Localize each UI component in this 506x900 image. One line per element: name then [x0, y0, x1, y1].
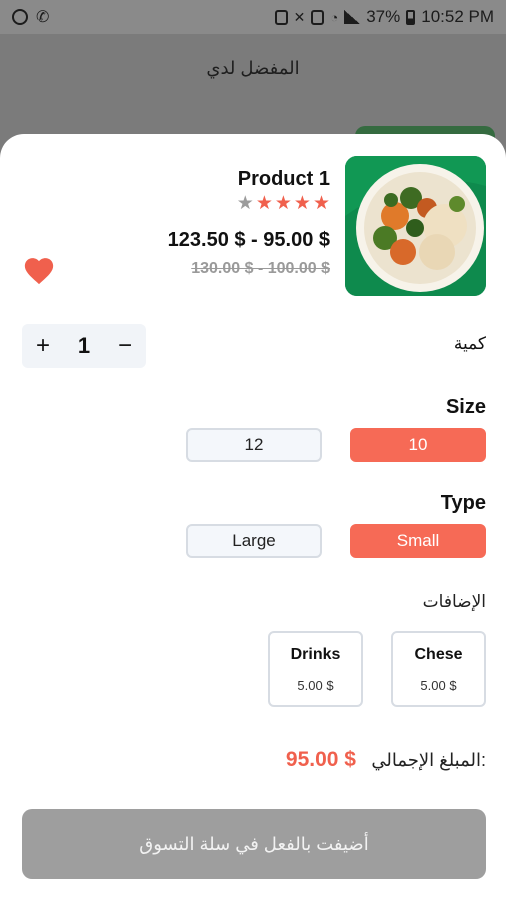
addon-chese[interactable]: Chese 5.00 $	[391, 631, 486, 707]
addon-price: 5.00 $	[420, 677, 457, 693]
total-value: 95.00 $	[285, 748, 356, 771]
star-icon: ★	[312, 193, 330, 214]
quantity-label: كمية	[453, 334, 486, 353]
wifi-icon: ◔	[330, 9, 339, 25]
type-title: Type	[440, 492, 486, 514]
page-title: المفضل لدي	[206, 57, 300, 78]
addons-label: الإضافات	[422, 592, 486, 611]
product-bottom-sheet: Product 1 ★ ★ ★ ★ ★ 123.50 $ - 95.00 $ 1…	[0, 134, 506, 900]
star-icon: ★	[236, 193, 254, 214]
addon-price: 5.00 $	[297, 677, 334, 693]
price-old: 130.00 $ - 100.00 $	[191, 260, 330, 277]
addon-name: Chese	[414, 645, 463, 663]
minus-icon[interactable]: −	[118, 332, 132, 360]
size-title: Size	[445, 396, 486, 418]
mute-icon: ✕	[293, 8, 306, 25]
quantity-stepper: + 1 −	[22, 324, 146, 368]
battery-icon	[406, 9, 416, 25]
add-to-cart-button[interactable]: أضيفت بالفعل في سلة التسوق	[22, 809, 486, 879]
battery-percent: 37%	[366, 7, 401, 26]
addon-name: Drinks	[290, 645, 341, 663]
size-option-12[interactable]: 12	[186, 428, 322, 462]
app-bar: المفضل لدي	[0, 34, 506, 114]
status-bar: ✆ ✕ ◔ 37% 10:52 PM	[0, 0, 506, 34]
rating-stars: ★ ★ ★ ★ ★	[237, 194, 330, 213]
star-icon: ★	[255, 193, 273, 214]
product-image	[345, 156, 486, 296]
type-option-small[interactable]: Small	[350, 524, 486, 558]
account-icon	[12, 9, 28, 25]
total-label: المبلغ الإجمالي:	[371, 750, 486, 770]
signal-icon	[344, 10, 361, 24]
star-icon: ★	[274, 193, 292, 214]
quantity-value: 1	[77, 333, 91, 358]
phone-icon: ✆	[36, 9, 50, 26]
size-option-10[interactable]: 10	[350, 428, 486, 462]
addon-drinks[interactable]: Drinks 5.00 $	[268, 631, 363, 707]
product-name: Product 1	[237, 168, 330, 190]
clock: 10:52 PM	[421, 7, 494, 26]
star-icon: ★	[293, 193, 311, 214]
type-option-large[interactable]: Large	[186, 524, 322, 558]
heart-icon[interactable]	[22, 254, 56, 286]
alarm-icon	[311, 9, 325, 25]
price-current: 123.50 $ - 95.00 $	[167, 229, 330, 251]
plus-icon[interactable]: +	[36, 332, 50, 360]
lock-icon	[274, 9, 288, 25]
